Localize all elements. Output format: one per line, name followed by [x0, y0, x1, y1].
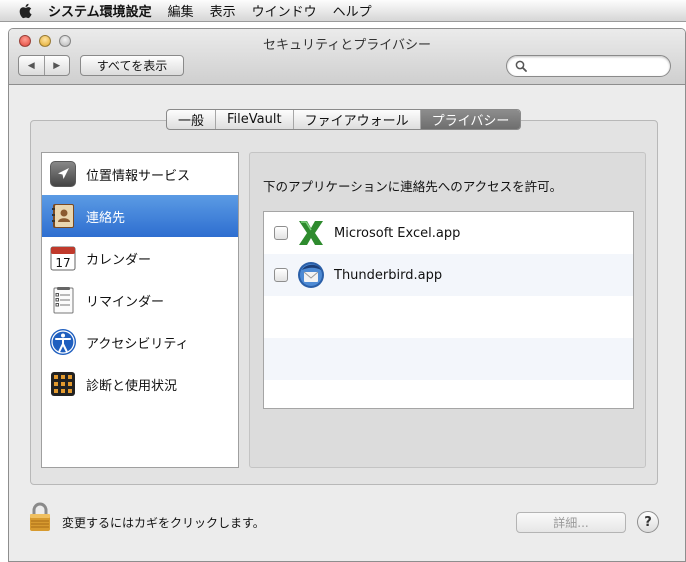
app-name: Microsoft Excel.app [334, 225, 461, 241]
lock-icon[interactable] [29, 502, 51, 532]
app-row-thunderbird[interactable]: Thunderbird.app [264, 254, 633, 296]
search-input[interactable] [531, 59, 661, 73]
back-forward-control: ◀ ▶ [18, 55, 70, 76]
menu-bar: システム環境設定 編集 表示 ウインドウ ヘルプ [0, 0, 686, 22]
tab-filevault[interactable]: FileVault [215, 110, 293, 129]
tab-bar: 一般 FileVault ファイアウォール プライバシー [166, 109, 522, 130]
sidebar-item-label: 位置情報サービス [86, 168, 191, 184]
lock-instruction: 変更するにはカギをクリックします。 [62, 516, 265, 530]
back-button[interactable]: ◀ [19, 56, 44, 75]
app-row-empty [264, 296, 633, 338]
sidebar-item-location-services[interactable]: 位置情報サービス [42, 153, 238, 195]
thunderbird-icon [298, 262, 324, 288]
menu-help[interactable]: ヘルプ [333, 1, 372, 20]
window-title: セキュリティとプライバシー [263, 38, 431, 53]
address-book-icon [52, 204, 74, 228]
access-description: 下のアプリケーションに連絡先へのアクセスを許可。 [263, 179, 563, 194]
menu-edit[interactable]: 編集 [168, 1, 194, 20]
excel-icon [299, 221, 323, 245]
menu-window[interactable]: ウインドウ [252, 1, 317, 20]
calendar-icon-day: 17 [55, 256, 70, 270]
details-button[interactable]: 詳細... [516, 512, 626, 533]
sidebar-item-label: 診断と使用状況 [86, 378, 178, 394]
sidebar-item-diagnostics[interactable]: 診断と使用状況 [42, 363, 238, 405]
apple-icon[interactable] [18, 2, 34, 20]
search-field[interactable] [506, 55, 671, 77]
detail-pane: 下のアプリケーションに連絡先へのアクセスを許可。 Microsoft Excel… [249, 152, 646, 468]
privacy-category-list: 位置情報サービス 連絡先 17 カレンダー リマインダー アクセシビリティ 診断… [41, 152, 239, 468]
sidebar-item-calendar[interactable]: 17 カレンダー [42, 237, 238, 279]
thunderbird-checkbox[interactable] [274, 268, 288, 282]
window-toolbar: セキュリティとプライバシー ◀ ▶ すべてを表示 [9, 29, 685, 85]
sidebar-item-label: リマインダー [86, 294, 165, 310]
sidebar-item-accessibility[interactable]: アクセシビリティ [42, 321, 238, 363]
location-arrow-icon [50, 161, 76, 187]
forward-button[interactable]: ▶ [43, 56, 70, 75]
reminders-icon [53, 287, 74, 314]
app-name: Thunderbird.app [334, 267, 443, 283]
app-row-empty [264, 338, 633, 380]
sidebar-item-label: アクセシビリティ [86, 336, 189, 352]
sidebar-item-contacts[interactable]: 連絡先 [42, 195, 238, 237]
calendar-icon: 17 [50, 246, 76, 271]
menu-view[interactable]: 表示 [210, 1, 236, 20]
sidebar-item-label: カレンダー [86, 252, 152, 268]
menu-app-name[interactable]: システム環境設定 [48, 1, 152, 20]
diagnostics-icon [51, 372, 75, 396]
help-button[interactable]: ? [637, 511, 659, 533]
tab-general[interactable]: 一般 [167, 110, 215, 129]
app-list: Microsoft Excel.app Thunderbird.app [263, 211, 634, 409]
sidebar-item-label: 連絡先 [86, 210, 126, 226]
search-icon [515, 60, 527, 72]
show-all-button[interactable]: すべてを表示 [80, 55, 184, 76]
accessibility-icon [50, 329, 76, 355]
excel-checkbox[interactable] [274, 226, 288, 240]
tab-firewall[interactable]: ファイアウォール [292, 110, 420, 129]
tab-privacy[interactable]: プライバシー [419, 110, 521, 129]
sidebar-item-reminders[interactable]: リマインダー [42, 279, 238, 321]
app-row-excel[interactable]: Microsoft Excel.app [264, 212, 633, 254]
